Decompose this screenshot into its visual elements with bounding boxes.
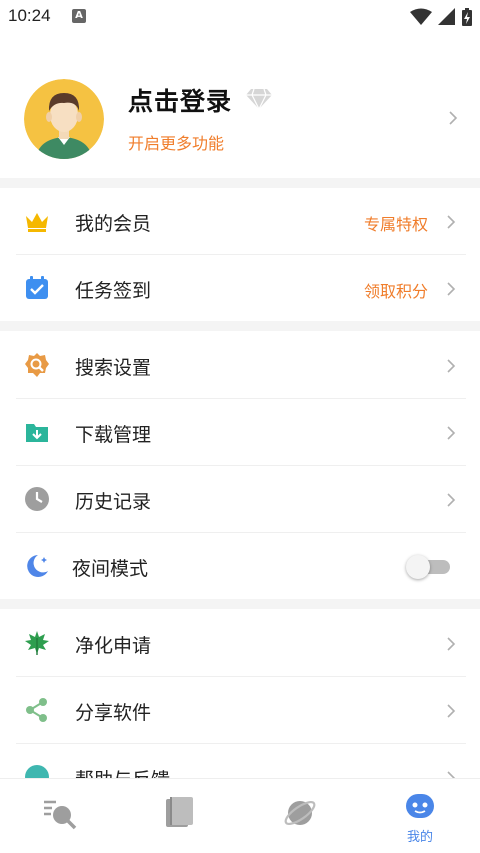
crown-icon <box>26 213 48 232</box>
chevron-right-icon <box>447 215 456 229</box>
menu-item-checkin[interactable]: 任务签到 领取积分 <box>0 255 480 321</box>
section-gap <box>0 178 480 188</box>
menu-item-label: 夜间模式 <box>72 558 149 580</box>
leaf-icon <box>25 631 49 655</box>
menu-item-label: 任务签到 <box>75 280 152 302</box>
calendar-check-icon <box>26 276 48 299</box>
login-title[interactable]: 点击登录 <box>128 82 232 118</box>
moon-icon <box>27 555 48 577</box>
menu-item-label: 搜索设置 <box>75 357 152 379</box>
section-gap <box>0 599 480 609</box>
menu-item-extra: 专属特权 <box>363 215 428 234</box>
status-icons <box>410 8 472 26</box>
clock-icon <box>25 487 49 511</box>
nav-label-mine: 我的 <box>406 830 433 845</box>
robot-face-icon <box>406 794 434 818</box>
night-mode-toggle[interactable] <box>406 555 450 579</box>
section-gap <box>0 321 480 331</box>
download-folder-icon <box>26 424 48 442</box>
menu-item-history[interactable]: 历史记录 <box>0 466 480 532</box>
battery-icon <box>462 8 472 26</box>
notification-a-icon: A <box>72 9 86 23</box>
chevron-right-icon <box>447 493 456 507</box>
menu-item-label: 历史记录 <box>75 491 152 513</box>
chevron-right-icon <box>449 111 458 125</box>
planet-icon <box>284 800 316 826</box>
nav-mine[interactable]: 我的 <box>360 779 480 853</box>
menu-item-purify-request[interactable]: 净化申请 <box>0 610 480 676</box>
book-icon <box>166 797 193 827</box>
chevron-right-icon <box>447 637 456 651</box>
chevron-right-icon <box>447 704 456 718</box>
menu-item-extra: 领取积分 <box>363 282 428 301</box>
nav-search[interactable] <box>0 779 120 853</box>
share-icon <box>26 698 47 722</box>
chevron-right-icon <box>447 426 456 440</box>
signal-icon <box>438 8 455 25</box>
search-list-icon <box>44 800 77 830</box>
avatar[interactable] <box>24 79 104 159</box>
toggle-knob <box>406 555 430 579</box>
menu-item-share-app[interactable]: 分享软件 <box>0 677 480 743</box>
login-subtitle: 开启更多功能 <box>128 134 225 153</box>
chevron-right-icon <box>447 282 456 296</box>
menu-item-label: 净化申请 <box>75 635 152 657</box>
profile-header[interactable]: 点击登录 开启更多功能 <box>0 34 480 178</box>
bottom-navigation: 我的 <box>0 778 480 853</box>
status-bar: 10:24 A <box>0 0 480 34</box>
menu-item-search-settings[interactable]: 搜索设置 <box>0 332 480 398</box>
menu-item-label: 下载管理 <box>75 424 152 446</box>
status-time: 10:24 <box>8 6 51 25</box>
chevron-right-icon <box>447 359 456 373</box>
menu-item-night-mode[interactable]: 夜间模式 <box>0 533 480 599</box>
nav-discover[interactable] <box>240 779 360 853</box>
menu-item-membership[interactable]: 我的会员 专属特权 <box>0 188 480 254</box>
menu-item-label: 我的会员 <box>75 213 152 235</box>
nav-bookshelf[interactable] <box>120 779 240 853</box>
search-gear-icon <box>25 353 49 377</box>
menu-item-downloads[interactable]: 下载管理 <box>0 399 480 465</box>
vip-diamond-icon <box>246 88 272 110</box>
wifi-icon <box>410 8 432 25</box>
menu-item-label: 分享软件 <box>75 702 152 724</box>
avatar-icon <box>24 79 104 159</box>
